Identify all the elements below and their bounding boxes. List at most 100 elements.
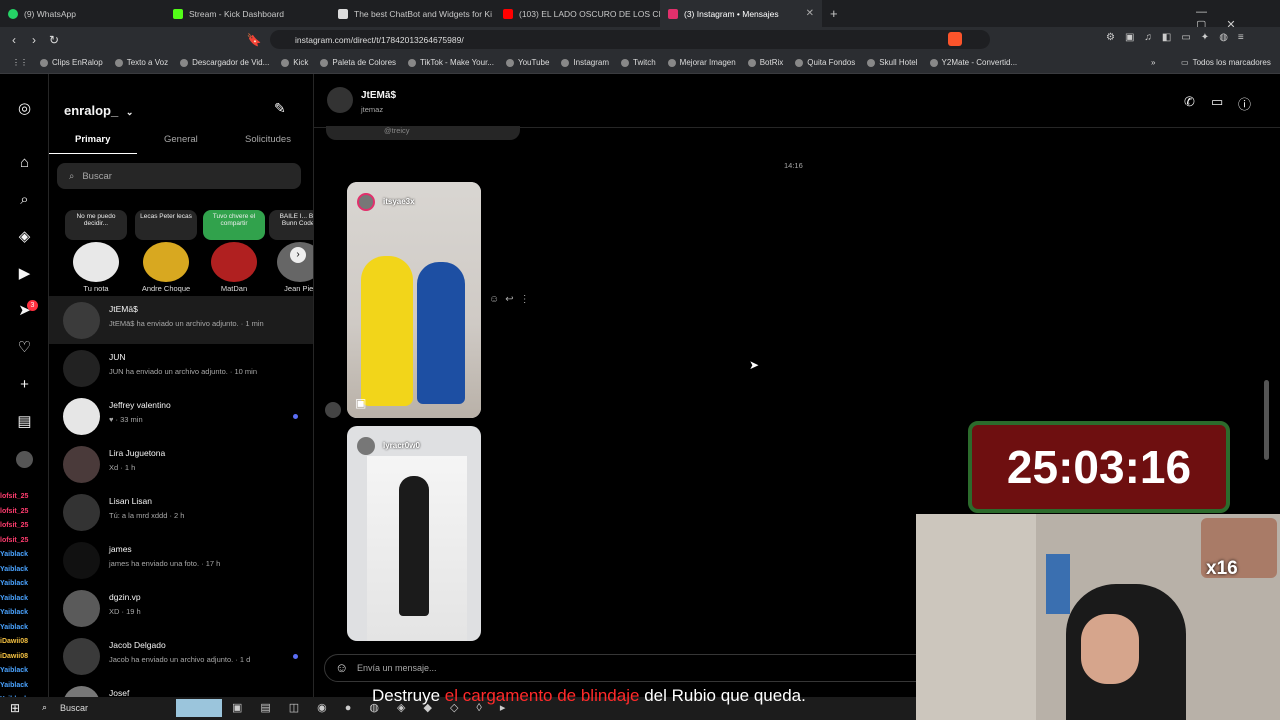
note-item[interactable]: Tuvo chvere el compartir MatDan: [203, 210, 269, 294]
notifications-icon[interactable]: ♡: [16, 339, 33, 356]
note-item[interactable]: Lecas Peter lecas Andre Choque: [135, 210, 201, 294]
bookmark-item[interactable]: Instagram: [555, 58, 615, 67]
thread-item[interactable]: james james ha enviado una foto. · 17 h: [49, 536, 313, 584]
chat-user-name: Yaiblack: [0, 594, 29, 602]
bookmark-item[interactable]: Paleta de Colores: [314, 58, 402, 67]
close-tab-icon[interactable]: ✕: [806, 8, 814, 19]
note-item[interactable]: No me puedo decidir... Tu nota: [65, 210, 131, 294]
new-tab-button[interactable]: +: [822, 0, 852, 27]
bookmark-label: BotRix: [759, 58, 784, 67]
brave-shield-icon[interactable]: [948, 32, 962, 46]
tab-youtube[interactable]: (103) EL LADO OSCURO DE LOS CIN: [495, 0, 660, 27]
contact-avatar[interactable]: [327, 87, 353, 113]
chat-user-name: Yaiblack: [0, 623, 29, 631]
taskbar-widget[interactable]: [176, 699, 222, 717]
scrollbar[interactable]: [1264, 380, 1269, 460]
thread-item[interactable]: dgzin.vp XD · 19 h: [49, 584, 313, 632]
tab-chatbot[interactable]: The best ChatBot and Widgets for Ki: [330, 0, 495, 27]
tab-general[interactable]: General: [164, 134, 198, 145]
taskbar-search-icon[interactable]: ⌕: [42, 702, 47, 713]
room-wall: [916, 514, 1036, 720]
chat-overlay-line: lofsit_25: [0, 519, 70, 534]
folder-icon: ▭: [1181, 58, 1189, 67]
tab-solicitudes[interactable]: Solicitudes: [245, 134, 291, 145]
dashboard-icon[interactable]: ▤: [16, 413, 33, 430]
thread-name: dgzin.vp: [109, 592, 141, 602]
bookmark-item[interactable]: Texto a Voz: [109, 58, 174, 67]
bookmark-item[interactable]: Mejorar Imagen: [662, 58, 742, 67]
search-placeholder: Buscar: [82, 170, 112, 182]
video-call-icon[interactable]: ▭: [1211, 94, 1223, 110]
bookmark-icon: [667, 58, 676, 67]
message-input[interactable]: ☺ Envía un mensaje...: [324, 654, 944, 682]
instagram-logo-icon[interactable]: ◎: [16, 100, 33, 117]
search-input[interactable]: ⌕ Buscar: [57, 163, 301, 189]
costume-figure: [361, 256, 413, 406]
more-bookmarks-icon[interactable]: »: [1145, 58, 1161, 67]
taskbar-search[interactable]: Buscar: [60, 703, 88, 713]
info-icon[interactable]: ⓘ: [1238, 94, 1251, 113]
bookmark-icon: [281, 58, 290, 67]
url-text: instagram.com/direct/t/17842013264675989…: [295, 34, 464, 45]
tab-primary[interactable]: Primary: [75, 134, 110, 145]
thread-item[interactable]: JUN JUN ha enviado un archivo adjunto. · …: [49, 344, 313, 392]
bookmark-item[interactable]: BotRix: [742, 58, 790, 67]
reels-icon[interactable]: ▶: [16, 265, 33, 282]
bookmark-icon: [561, 58, 570, 67]
chevron-right-icon[interactable]: ›: [290, 247, 306, 263]
thread-item[interactable]: JtEMā$ JtEMā$ ha enviado un archivo adjun…: [49, 296, 313, 344]
windows-start-icon[interactable]: ⊞: [10, 701, 20, 715]
profile-avatar[interactable]: [16, 451, 33, 468]
bookmark-item[interactable]: Twitch: [615, 58, 662, 67]
chat-user-name: lofsit_25: [0, 493, 29, 500]
bookmark-item[interactable]: Descargador de Vid...: [174, 58, 275, 67]
thread-item[interactable]: Lira Juguetona Xd · 1 h: [49, 440, 313, 488]
thread-name: JtEMā$: [109, 304, 138, 314]
bookmark-item[interactable]: Quita Fondos: [789, 58, 861, 67]
shared-reel[interactable]: itsyae3x ▣: [347, 182, 481, 418]
reel-author: itsyae3x: [383, 197, 415, 206]
bookmark-icon: [180, 58, 189, 67]
extensions-icon[interactable]: ⚙▣♫◧▭✦◍≡: [1106, 32, 1254, 43]
note-bubble: Tuvo chvere el compartir: [203, 210, 265, 240]
thread-item[interactable]: Jacob Delgado Jacob ha enviado un archivo…: [49, 632, 313, 680]
chat-overlay-line: Yaiblack: [0, 563, 70, 578]
address-bar[interactable]: instagram.com/direct/t/17842013264675989…: [270, 30, 990, 49]
account-switcher[interactable]: enralop_ ⌄: [64, 103, 133, 118]
contact-name[interactable]: JtEMā$: [361, 90, 396, 101]
apps-icon[interactable]: ⋮⋮: [6, 58, 34, 67]
forward-icon[interactable]: ›: [24, 33, 44, 47]
bookmark-item[interactable]: Clips EnRalop: [34, 58, 109, 67]
bookmark-icon[interactable]: 🔖: [244, 33, 264, 47]
bookmark-item[interactable]: YouTube: [500, 58, 555, 67]
tab-kick-dashboard[interactable]: Stream - Kick Dashboard: [165, 0, 330, 27]
home-icon[interactable]: ⌂: [16, 154, 33, 171]
bookmark-item[interactable]: Y2Mate - Convertid...: [924, 58, 1024, 67]
author-avatar: [357, 437, 375, 455]
phone-call-icon[interactable]: ✆: [1184, 94, 1195, 110]
search-icon[interactable]: ⌕: [16, 191, 33, 208]
bookmark-icon: [795, 58, 804, 67]
all-bookmarks[interactable]: ▭ Todos los marcadores: [1175, 58, 1277, 67]
emoji-icon[interactable]: ☺: [335, 660, 348, 675]
tab-instagram[interactable]: (3) Instagram • Mensajes ✕: [660, 0, 822, 27]
thread-item[interactable]: Jeffrey valentino ♥ · 33 min: [49, 392, 313, 440]
chat-user-name: lofsit_25: [0, 536, 29, 544]
explore-icon[interactable]: ◈: [16, 228, 33, 245]
thread-item[interactable]: Lisan Lisan Tú: a la mrd xddd · 2 h: [49, 488, 313, 536]
composer-placeholder: Envía un mensaje...: [357, 663, 437, 673]
bookmark-item[interactable]: Kick: [275, 58, 314, 67]
bookmark-item[interactable]: TikTok - Make Your...: [402, 58, 500, 67]
tab-whatsapp[interactable]: (9) WhatsApp: [0, 0, 165, 27]
bookmark-item[interactable]: Skull Hotel: [861, 58, 923, 67]
chevron-down-icon: ⌄: [125, 107, 134, 117]
thread-preview: Tú: a la mrd xddd · 2 h: [109, 511, 185, 520]
message-actions[interactable]: ☺↩⋮: [489, 294, 536, 305]
shared-reel[interactable]: lyracr0w0: [347, 426, 481, 641]
new-message-icon[interactable]: ✎: [274, 100, 286, 117]
stream-subtitle: Destruye el cargamento de blindaje del R…: [372, 686, 806, 706]
whatsapp-icon: [8, 8, 18, 19]
reload-icon[interactable]: ↻: [44, 33, 64, 47]
back-icon[interactable]: ‹: [4, 33, 24, 47]
create-icon[interactable]: +: [16, 376, 33, 393]
